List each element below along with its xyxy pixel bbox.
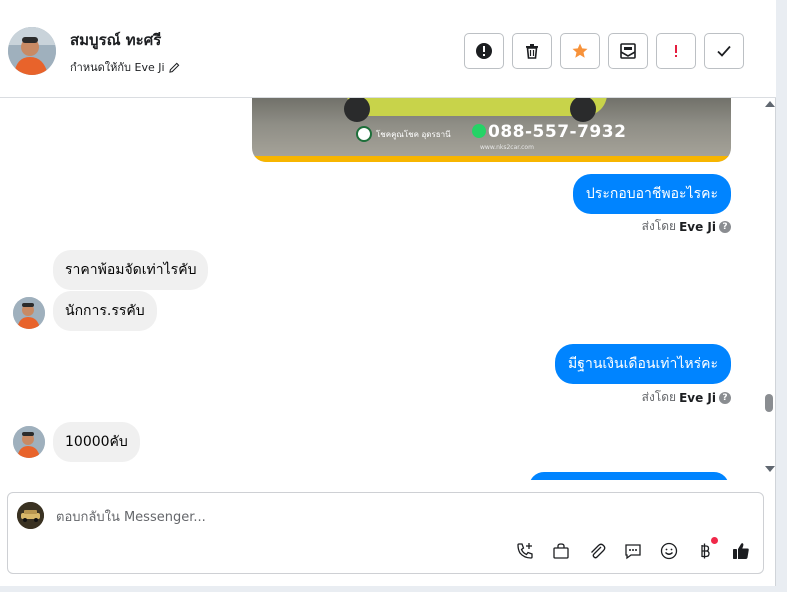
help-icon[interactable]: ? — [719, 220, 731, 233]
shared-image-card[interactable]: โชคคูณโชค อุดรธานี 088-557-7932 www.nks2… — [252, 98, 731, 162]
conversation-panel: สมบูรณ์ ทะศรี กำหนดให้กับ Eve Ji โชคคูณโ… — [0, 0, 776, 586]
thread-scrollbar[interactable] — [762, 98, 776, 480]
thumbs-up-icon — [733, 543, 749, 559]
sent-by-prefix: ส่งโดย — [641, 219, 677, 233]
scroll-down-arrow[interactable] — [765, 466, 775, 472]
pencil-icon[interactable] — [168, 62, 180, 73]
car-image — [347, 98, 607, 116]
mark-unread-icon — [620, 43, 636, 59]
message-thread[interactable]: โชคคูณโชค อุดรธานี 088-557-7932 www.nks2… — [0, 98, 762, 480]
card-bottom-bar — [252, 156, 731, 162]
done-button[interactable] — [704, 33, 744, 69]
sent-by-label: ส่งโดย Eve Ji ? — [642, 217, 731, 236]
card-url: www.nks2car.com — [480, 144, 534, 151]
incoming-message[interactable]: นักการ.รรคับ — [53, 291, 157, 331]
contact-name[interactable]: สมบูรณ์ ทะศรี — [70, 28, 161, 52]
outgoing-message[interactable]: มีฐานเงินเดือนเท่าไหร่คะ — [555, 344, 731, 384]
emoji-icon — [660, 542, 678, 560]
incoming-message[interactable]: ราคาพ้อมจัดเท่าไรคับ — [53, 250, 209, 290]
help-icon[interactable]: ? — [719, 391, 731, 404]
report-button[interactable] — [464, 33, 504, 69]
attach-button[interactable] — [586, 540, 608, 562]
outgoing-message[interactable]: ประกอบอาชีพอะไรคะ — [572, 174, 731, 214]
dealer-logo — [356, 126, 372, 142]
check-icon — [717, 45, 731, 57]
message-composer — [7, 492, 764, 574]
payment-button[interactable] — [694, 537, 718, 562]
add-call-button[interactable] — [514, 540, 536, 562]
star-icon — [572, 43, 588, 58]
page-avatar — [17, 502, 44, 529]
assignment-info[interactable]: กำหนดให้กับ Eve Ji — [70, 58, 180, 76]
paperclip-icon — [591, 543, 606, 559]
saved-reply-icon — [625, 544, 641, 560]
card-phone: 088-557-7932 — [488, 122, 627, 142]
contact-avatar-small[interactable] — [13, 297, 45, 329]
whatsapp-icon — [472, 124, 486, 138]
emoji-button[interactable] — [658, 540, 680, 562]
exclamation-icon — [675, 45, 677, 57]
dealer-name: โชคคูณโชค อุดรธานี — [376, 130, 451, 139]
shopping-bag-icon — [553, 543, 569, 559]
car-wheel — [344, 98, 370, 122]
star-button[interactable] — [560, 33, 600, 69]
conversation-header: สมบูรณ์ ทะศรี กำหนดให้กับ Eve Ji — [0, 0, 776, 98]
sent-by-label: ส่งโดย Eve Ji ? — [642, 388, 731, 407]
contact-avatar-small[interactable] — [13, 426, 45, 458]
notification-dot — [711, 537, 718, 544]
important-button[interactable] — [656, 33, 696, 69]
sent-by-prefix: ส่งโดย — [641, 390, 677, 404]
add-call-icon — [517, 543, 533, 559]
car-wheel — [570, 98, 596, 122]
trash-icon — [526, 44, 538, 59]
outgoing-message-partial[interactable] — [529, 472, 729, 480]
incoming-message[interactable]: 10000คับ — [53, 422, 140, 462]
assigned-label: กำหนดให้กับ Eve Ji — [70, 61, 165, 74]
delete-button[interactable] — [512, 33, 552, 69]
shop-button[interactable] — [550, 540, 572, 562]
baht-payment-icon — [701, 543, 710, 559]
saved-reply-button[interactable] — [622, 540, 644, 562]
like-button[interactable] — [730, 540, 752, 562]
scroll-thumb[interactable] — [765, 394, 773, 412]
contact-avatar[interactable] — [8, 27, 56, 75]
reply-input[interactable] — [56, 507, 456, 527]
scroll-up-arrow[interactable] — [765, 101, 775, 107]
sender-name: Eve Ji — [679, 219, 716, 234]
alert-circle-icon — [476, 43, 492, 59]
sender-name: Eve Ji — [679, 390, 716, 405]
mark-unread-button[interactable] — [608, 33, 648, 69]
